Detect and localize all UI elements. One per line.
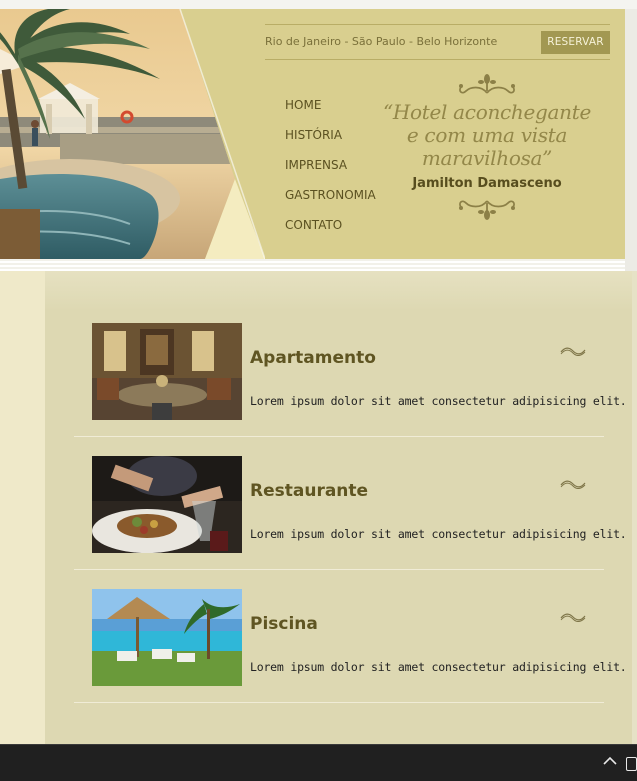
nav-item-imprensa[interactable]: IMPRENSA [285, 158, 376, 188]
left-rail [0, 271, 45, 744]
quote-line: maravilhosa” [421, 146, 553, 170]
main-nav: HOME HISTÓRIA IMPRENSA GASTRONOMIA CONTA… [285, 98, 376, 248]
os-taskbar [0, 744, 637, 781]
list-item-piscina[interactable]: Piscina Lorem ipsum dolor sit amet conse… [74, 570, 627, 703]
separator-band [0, 259, 625, 271]
list-item-restaurante[interactable]: Restaurante Lorem ipsum dolor sit amet c… [74, 437, 627, 570]
item-description: Lorem ipsum dolor sit amet consectetur a… [250, 394, 627, 408]
item-description: Lorem ipsum dolor sit amet consectetur a… [250, 527, 627, 541]
item-description: Lorem ipsum dolor sit amet consectetur a… [250, 660, 627, 674]
header-topbar: Rio de Janeiro - São Paulo - Belo Horizo… [265, 24, 610, 60]
thumbnail-piscina[interactable] [92, 589, 242, 686]
item-title[interactable]: Piscina [250, 614, 318, 634]
nav-item-home[interactable]: HOME [285, 98, 376, 128]
nav-item-contato[interactable]: CONTATO [285, 218, 376, 248]
right-edge [632, 271, 637, 744]
cities-text: Rio de Janeiro - São Paulo - Belo Horizo… [265, 35, 498, 48]
reserve-button[interactable]: RESERVAR [541, 31, 610, 54]
flourish-ornament-icon [459, 200, 515, 220]
wave-ornament-icon [560, 480, 586, 489]
top-strip [0, 0, 637, 9]
content-area: Apartamento Lorem ipsum dolor sit amet c… [0, 271, 637, 744]
nav-item-gastronomia[interactable]: GASTRONOMIA [285, 188, 376, 218]
list-item-apartamento[interactable]: Apartamento Lorem ipsum dolor sit amet c… [74, 304, 627, 437]
quote-author: Jamilton Damasceno [412, 176, 562, 191]
thumbnail-restaurante[interactable] [92, 456, 242, 553]
quote-line: e com uma vista [406, 123, 568, 147]
item-title[interactable]: Apartamento [250, 348, 376, 368]
quote-line: “Hotel aconchegante [382, 100, 592, 124]
wave-ornament-icon [560, 613, 586, 622]
site-header: Rio de Janeiro - São Paulo - Belo Horizo… [0, 9, 625, 259]
header-right-gap [625, 9, 637, 271]
tray-device-icon[interactable] [626, 757, 637, 771]
quote-text: “Hotel aconchegante e com uma vista mara… [372, 101, 602, 170]
wave-ornament-icon [560, 347, 586, 356]
chevron-up-icon[interactable] [603, 756, 617, 766]
hero-image-pool [0, 9, 265, 259]
nav-item-historia[interactable]: HISTÓRIA [285, 128, 376, 158]
item-title[interactable]: Restaurante [250, 481, 368, 501]
flourish-ornament-icon [459, 74, 515, 94]
thumbnail-apartamento[interactable] [92, 323, 242, 420]
testimonial: “Hotel aconchegante e com uma vista mara… [372, 73, 602, 248]
